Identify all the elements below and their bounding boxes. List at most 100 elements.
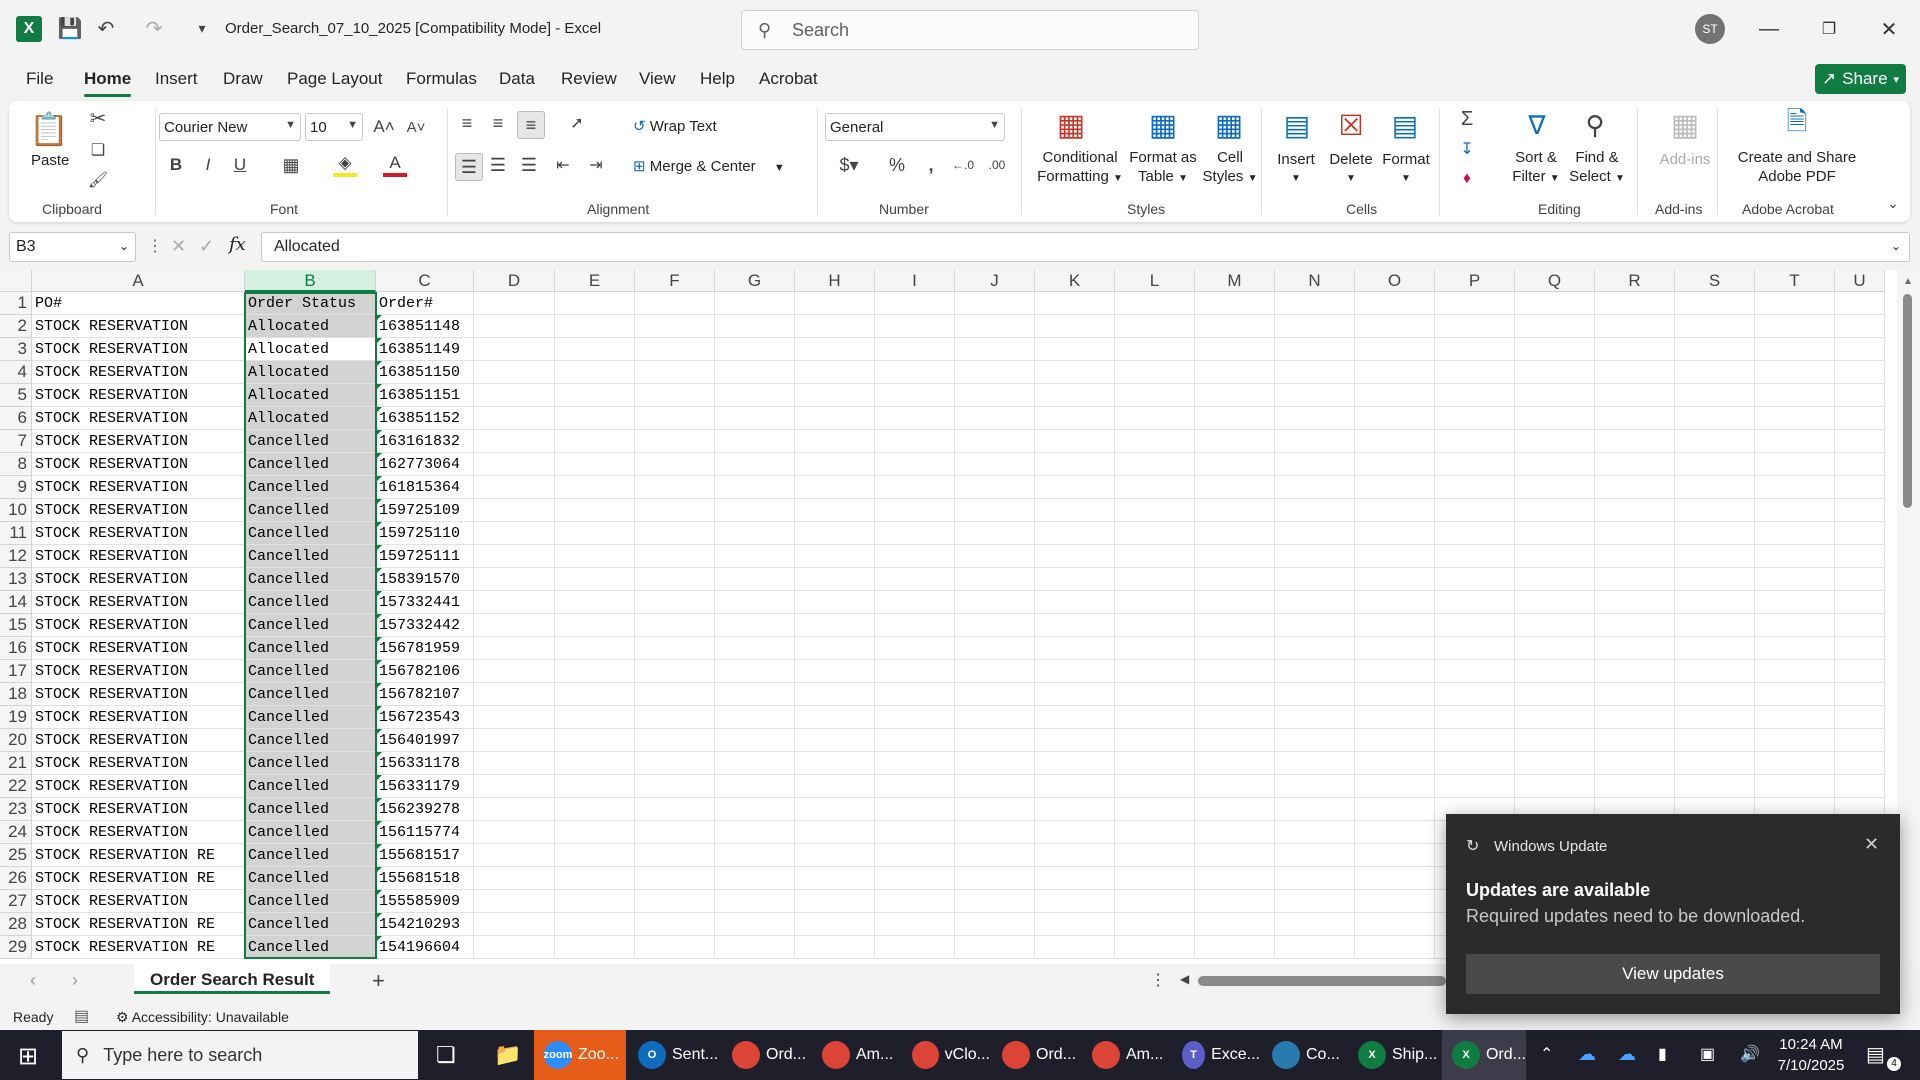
table-cell[interactable]: STOCK RESERVATION	[32, 522, 245, 545]
taskbar-app[interactable]: X Ship...	[1348, 1030, 1440, 1080]
taskbar-app[interactable]: Am...	[1082, 1030, 1170, 1080]
column-header-n[interactable]: N	[1275, 270, 1355, 292]
empty-cell[interactable]	[555, 338, 635, 361]
empty-cell[interactable]	[1835, 729, 1885, 752]
empty-cell[interactable]	[955, 844, 1035, 867]
empty-cell[interactable]	[1515, 384, 1595, 407]
empty-cell[interactable]	[635, 315, 715, 338]
empty-cell[interactable]	[1835, 453, 1885, 476]
empty-cell[interactable]	[1755, 683, 1835, 706]
empty-cell[interactable]	[1675, 729, 1755, 752]
row-header[interactable]: 14	[0, 591, 32, 614]
empty-cell[interactable]	[1115, 752, 1195, 775]
empty-cell[interactable]	[1515, 660, 1595, 683]
empty-cell[interactable]	[955, 614, 1035, 637]
row-header[interactable]: 27	[0, 890, 32, 913]
empty-cell[interactable]	[555, 453, 635, 476]
empty-cell[interactable]	[1035, 568, 1115, 591]
taskbar-app[interactable]: vClo...	[902, 1030, 990, 1080]
scroll-up-icon[interactable]: ▲	[1903, 276, 1913, 287]
empty-cell[interactable]	[1595, 775, 1675, 798]
collapse-ribbon-icon[interactable]: ⌄	[1883, 193, 1903, 213]
empty-cell[interactable]	[1675, 683, 1755, 706]
taskbar-app[interactable]: Am...	[812, 1030, 900, 1080]
empty-cell[interactable]	[1355, 476, 1435, 499]
align-middle-icon[interactable]: ≡	[486, 111, 510, 135]
empty-cell[interactable]	[715, 821, 795, 844]
empty-cell[interactable]	[1675, 338, 1755, 361]
empty-cell[interactable]	[955, 683, 1035, 706]
empty-cell[interactable]	[1195, 890, 1275, 913]
empty-cell[interactable]	[1435, 568, 1515, 591]
empty-cell[interactable]	[1115, 798, 1195, 821]
column-header-g[interactable]: G	[715, 270, 795, 292]
add-ins-button[interactable]: Add-ins	[1655, 150, 1715, 169]
table-cell[interactable]: 163851150	[376, 361, 474, 384]
borders-icon[interactable]: ▦	[279, 153, 303, 177]
table-cell[interactable]: 155585909	[376, 890, 474, 913]
create-pdf-button[interactable]: Create and Share Adobe PDF	[1725, 148, 1869, 186]
empty-cell[interactable]	[1195, 292, 1275, 315]
align-bottom-icon[interactable]: ≡	[517, 111, 545, 139]
empty-cell[interactable]	[1275, 499, 1355, 522]
table-cell[interactable]: Cancelled	[245, 775, 376, 798]
empty-cell[interactable]	[1355, 315, 1435, 338]
taskbar-app[interactable]: zoom Zoo...	[534, 1030, 626, 1080]
empty-cell[interactable]	[795, 913, 875, 936]
empty-cell[interactable]	[474, 361, 555, 384]
empty-cell[interactable]	[795, 430, 875, 453]
empty-cell[interactable]	[875, 522, 955, 545]
empty-cell[interactable]	[474, 522, 555, 545]
orientation-icon[interactable]: ➚	[557, 111, 597, 135]
vertical-scrollbar[interactable]: ▲	[1897, 270, 1920, 964]
table-cell[interactable]: 156331178	[376, 752, 474, 775]
macro-record-icon[interactable]: ▤	[74, 1006, 89, 1026]
table-cell[interactable]: STOCK RESERVATION	[32, 453, 245, 476]
insert-cells-button[interactable]: Insert ▼	[1271, 150, 1321, 188]
row-header[interactable]: 26	[0, 867, 32, 890]
empty-cell[interactable]	[474, 798, 555, 821]
empty-cell[interactable]	[1275, 338, 1355, 361]
empty-cell[interactable]	[1435, 522, 1515, 545]
empty-cell[interactable]	[1595, 338, 1675, 361]
table-cell[interactable]: Cancelled	[245, 867, 376, 890]
empty-cell[interactable]	[795, 315, 875, 338]
row-header[interactable]: 2	[0, 315, 32, 338]
empty-cell[interactable]	[1195, 476, 1275, 499]
empty-cell[interactable]	[1835, 637, 1885, 660]
empty-cell[interactable]	[635, 407, 715, 430]
empty-cell[interactable]	[1435, 729, 1515, 752]
save-icon[interactable]: 💾	[56, 14, 84, 42]
add-ins-icon[interactable]: ▦	[1665, 107, 1705, 143]
table-cell[interactable]: STOCK RESERVATION	[32, 614, 245, 637]
empty-cell[interactable]	[555, 867, 635, 890]
row-header[interactable]: 3	[0, 338, 32, 361]
empty-cell[interactable]	[1755, 315, 1835, 338]
table-cell[interactable]: STOCK RESERVATION	[32, 499, 245, 522]
column-header-c[interactable]: C	[376, 270, 474, 292]
empty-cell[interactable]	[1035, 775, 1115, 798]
tab-data[interactable]: Data	[499, 69, 535, 89]
empty-cell[interactable]	[1515, 683, 1595, 706]
empty-cell[interactable]	[1355, 338, 1435, 361]
more-options-icon[interactable]: ⋮	[1150, 970, 1166, 990]
column-header-m[interactable]: M	[1195, 270, 1275, 292]
table-cell[interactable]: Cancelled	[245, 683, 376, 706]
empty-cell[interactable]	[474, 545, 555, 568]
format-painter-icon[interactable]: 🖌	[87, 169, 109, 191]
empty-cell[interactable]	[1595, 683, 1675, 706]
empty-cell[interactable]	[555, 568, 635, 591]
empty-cell[interactable]	[715, 591, 795, 614]
empty-cell[interactable]	[1115, 936, 1195, 959]
empty-cell[interactable]	[1035, 476, 1115, 499]
table-cell[interactable]: 156782106	[376, 660, 474, 683]
empty-cell[interactable]	[795, 936, 875, 959]
empty-cell[interactable]	[875, 936, 955, 959]
empty-cell[interactable]	[555, 890, 635, 913]
empty-cell[interactable]	[1355, 752, 1435, 775]
increase-decimal-icon[interactable]: ←.0	[949, 153, 977, 177]
empty-cell[interactable]	[715, 453, 795, 476]
paste-icon[interactable]: 📋	[29, 107, 69, 151]
empty-cell[interactable]	[1595, 361, 1675, 384]
empty-cell[interactable]	[1035, 614, 1115, 637]
